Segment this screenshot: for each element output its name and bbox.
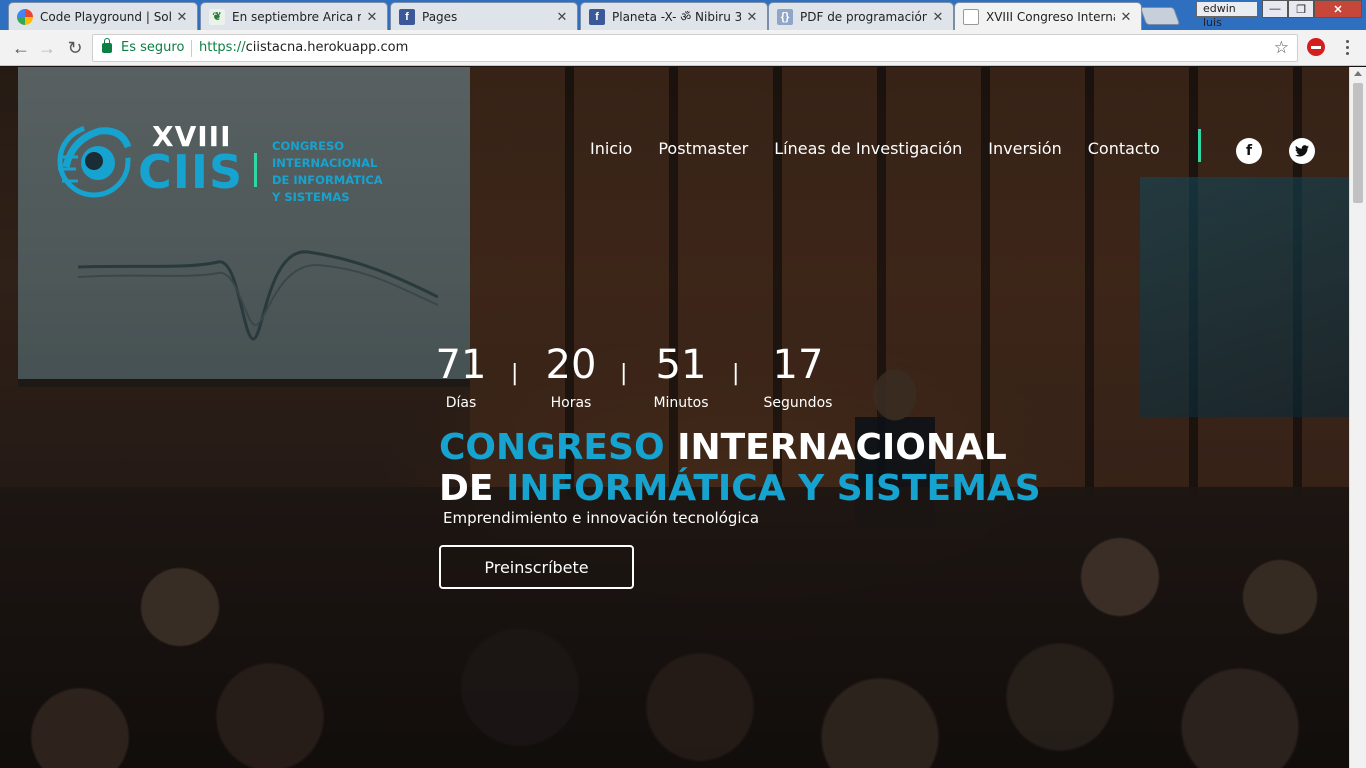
main-nav: Inicio Postmaster Líneas de Investigació… — [590, 139, 1160, 163]
close-icon[interactable]: ✕ — [365, 9, 379, 25]
browser-toolbar: ← → ↻ Es seguro https://ciistacna.heroku… — [0, 30, 1366, 66]
document-icon: {} — [777, 8, 793, 25]
browser-tabstrip: Code Playground | Solo ✕ ❦ En septiembre… — [0, 0, 1366, 30]
hero-title-accent: CONGRESO — [439, 427, 665, 468]
scroll-thumb[interactable] — [1353, 83, 1363, 203]
url-divider — [191, 40, 192, 57]
tab-title: PDF de programación - — [800, 9, 927, 24]
browser-tab[interactable]: {} PDF de programación - ✕ — [768, 2, 954, 30]
logo-caption-line: CONGRESO — [272, 139, 345, 153]
adblock-icon[interactable] — [1307, 38, 1325, 56]
countdown-label: Días — [445, 395, 477, 411]
countdown-value: 17 — [772, 342, 824, 388]
nav-link-contacto[interactable]: Contacto — [1088, 139, 1160, 163]
hero-title-accent: INFORMÁTICA Y SISTEMAS — [506, 468, 1041, 509]
facebook-icon[interactable]: f — [1236, 138, 1262, 164]
logo-name: CIIS — [138, 145, 244, 199]
countdown-value: 20 — [545, 342, 597, 388]
tab-title: Pages — [422, 9, 458, 24]
countdown-separator: | — [511, 361, 519, 386]
address-bar[interactable]: Es seguro https://ciistacna.herokuapp.co… — [92, 34, 1298, 62]
countdown-label: Segundos — [763, 395, 833, 411]
page-icon — [963, 8, 979, 25]
nav-link-postmaster[interactable]: Postmaster — [658, 139, 748, 163]
scroll-up-arrow-icon[interactable] — [1354, 71, 1362, 76]
hero-title-text: DE — [439, 468, 507, 509]
hero-title-text: INTERNACIONAL — [664, 427, 1007, 468]
nav-link-inicio[interactable]: Inicio — [590, 139, 632, 163]
tab-title: Code Playground | Solo — [40, 9, 171, 24]
facebook-icon: f — [399, 8, 415, 25]
logo-caption-line: INTERNACIONAL — [272, 156, 378, 170]
close-icon[interactable]: ✕ — [931, 9, 945, 25]
url-text[interactable]: https://ciistacna.herokuapp.com — [199, 40, 408, 55]
browser-tab[interactable]: ❦ En septiembre Arica rec ✕ — [200, 2, 388, 30]
countdown-days: 71 Días — [434, 343, 488, 411]
hero-title: CONGRESO INTERNACIONAL DE INFORMÁTICA Y … — [439, 427, 1041, 509]
logo-caption-line: Y SISTEMAS — [272, 190, 350, 204]
lock-icon — [102, 38, 112, 53]
security-label[interactable]: Es seguro — [121, 40, 184, 55]
close-icon[interactable]: ✕ — [745, 9, 759, 25]
close-icon[interactable]: ✕ — [555, 9, 569, 25]
close-window-button[interactable]: ✕ — [1314, 0, 1362, 18]
countdown-value: 71 — [435, 342, 487, 388]
page-viewport: XVIII CIIS CONGRESO INTERNACIONAL DE INF… — [0, 67, 1349, 768]
countdown-hours: 20 Horas — [541, 343, 601, 411]
countdown-minutes: 51 Minutos — [648, 343, 714, 411]
close-icon[interactable]: ✕ — [175, 9, 189, 25]
site-logo[interactable]: XVIII CIIS CONGRESO INTERNACIONAL DE INF… — [52, 117, 383, 207]
google-photos-icon — [17, 8, 33, 25]
profile-button[interactable]: edwin luis — [1196, 1, 1258, 29]
browser-tab-active[interactable]: XVIII Congreso Internac ✕ — [954, 2, 1142, 30]
back-button[interactable]: ← — [10, 37, 32, 59]
page-scrollbar[interactable] — [1349, 67, 1366, 768]
forward-button[interactable]: → — [36, 37, 58, 59]
countdown-separator: | — [732, 361, 740, 386]
tab-title: Planeta -X- ॐ Nibiru 3 — [612, 10, 741, 24]
hero-subtitle: Emprendimiento e innovación tecnológica — [443, 509, 760, 527]
tab-title: XVIII Congreso Internac — [986, 9, 1115, 24]
logo-caption-line: DE INFORMÁTICA — [272, 173, 383, 187]
preregister-button[interactable]: Preinscríbete — [439, 545, 634, 589]
logo-caption: CONGRESO INTERNACIONAL DE INFORMÁTICA Y … — [272, 138, 392, 206]
browser-menu-icon[interactable] — [1340, 36, 1354, 58]
logo-emblem-icon — [57, 124, 132, 198]
new-tab-button[interactable] — [1139, 7, 1181, 25]
facebook-icon: f — [589, 8, 605, 25]
countdown-label: Minutos — [653, 395, 709, 411]
browser-tab[interactable]: Code Playground | Solo ✕ — [8, 2, 198, 30]
url-host: ciistacna.herokuapp.com — [245, 40, 409, 55]
minimize-button[interactable]: — — [1262, 0, 1288, 18]
twitter-bird-icon — [1295, 145, 1309, 157]
maximize-button[interactable]: ❐ — [1288, 0, 1314, 18]
tab-title: En septiembre Arica rec — [232, 9, 361, 24]
reload-button[interactable]: ↻ — [64, 37, 86, 59]
bookmark-star-icon[interactable]: ☆ — [1274, 38, 1289, 58]
url-scheme: https:// — [199, 40, 246, 55]
nav-divider — [1198, 129, 1201, 162]
leaf-icon: ❦ — [209, 8, 225, 25]
browser-tab[interactable]: f Planeta -X- ॐ Nibiru 3 ✕ — [580, 2, 768, 30]
nav-link-lineas[interactable]: Líneas de Investigación — [774, 139, 962, 163]
nav-link-inversion[interactable]: Inversión — [988, 139, 1061, 163]
countdown-label: Horas — [550, 395, 592, 411]
twitter-icon[interactable] — [1289, 138, 1315, 164]
close-icon[interactable]: ✕ — [1119, 9, 1133, 25]
countdown-separator: | — [620, 361, 628, 386]
logo-divider — [254, 153, 257, 187]
countdown-seconds: 17 Segundos — [760, 343, 836, 411]
browser-tab[interactable]: f Pages ✕ — [390, 2, 578, 30]
countdown-value: 51 — [655, 342, 707, 388]
